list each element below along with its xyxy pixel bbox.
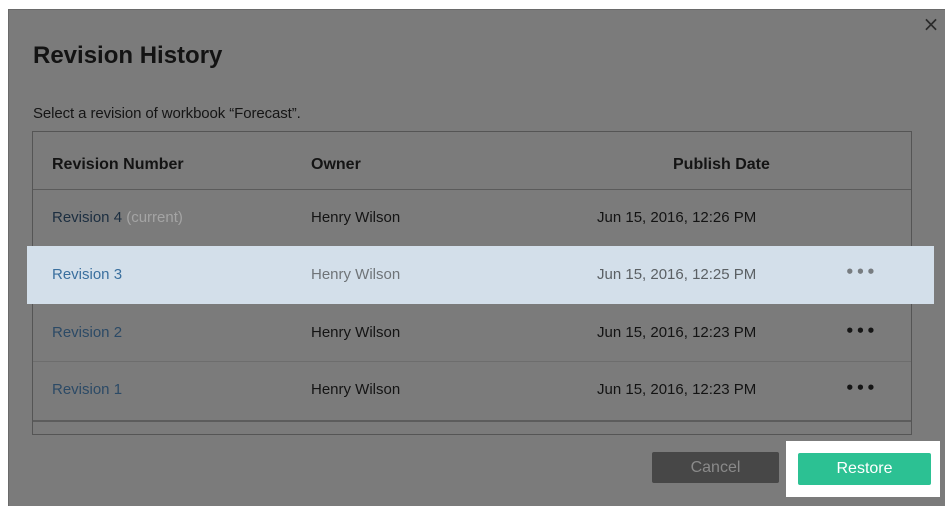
owner-cell: Henry Wilson: [311, 324, 401, 341]
revision-link[interactable]: Revision 2: [52, 324, 122, 341]
owner-cell: Henry Wilson: [311, 266, 401, 283]
close-icon[interactable]: ×: [920, 13, 942, 35]
more-options-icon[interactable]: •••: [845, 263, 877, 281]
cancel-button[interactable]: Cancel: [652, 452, 779, 483]
dialog-subtitle: Select a revision of workbook “Forecast”…: [33, 105, 301, 122]
owner-cell: Henry Wilson: [311, 381, 401, 398]
table-row-revision-2[interactable]: Revision 2 Henry Wilson Jun 15, 2016, 12…: [33, 305, 911, 362]
more-options-icon[interactable]: •••: [845, 379, 877, 397]
column-header-owner[interactable]: Owner: [311, 156, 361, 174]
dialog-title: Revision History: [33, 42, 223, 69]
restore-button[interactable]: Restore: [798, 453, 931, 485]
current-tag: (current): [126, 209, 183, 226]
revision-link[interactable]: Revision 1: [52, 381, 122, 398]
revision-cell: Revision 4 (current): [52, 209, 183, 226]
column-header-revision-number[interactable]: Revision Number: [52, 156, 184, 174]
publish-date-cell: Jun 15, 2016, 12:26 PM: [597, 209, 757, 226]
more-options-icon[interactable]: •••: [845, 322, 877, 340]
table-scroll-edge: [33, 420, 911, 422]
revision-label: Revision 4: [52, 209, 123, 226]
screenshot: × Revision History Select a revision of …: [0, 0, 945, 506]
table-row-revision-4[interactable]: Revision 4 (current) Henry Wilson Jun 15…: [33, 190, 911, 247]
publish-date-cell: Jun 15, 2016, 12:23 PM: [597, 324, 757, 341]
column-header-publish-date[interactable]: Publish Date: [673, 156, 770, 174]
publish-date-cell: Jun 15, 2016, 12:25 PM: [597, 266, 757, 283]
revision-link[interactable]: Revision 3: [52, 266, 122, 283]
publish-date-cell: Jun 15, 2016, 12:23 PM: [597, 381, 757, 398]
owner-cell: Henry Wilson: [311, 209, 401, 226]
table-row-revision-3[interactable]: Revision 3 Henry Wilson Jun 15, 2016, 12…: [27, 246, 934, 304]
table-row-revision-1[interactable]: Revision 1 Henry Wilson Jun 15, 2016, 12…: [33, 362, 911, 419]
